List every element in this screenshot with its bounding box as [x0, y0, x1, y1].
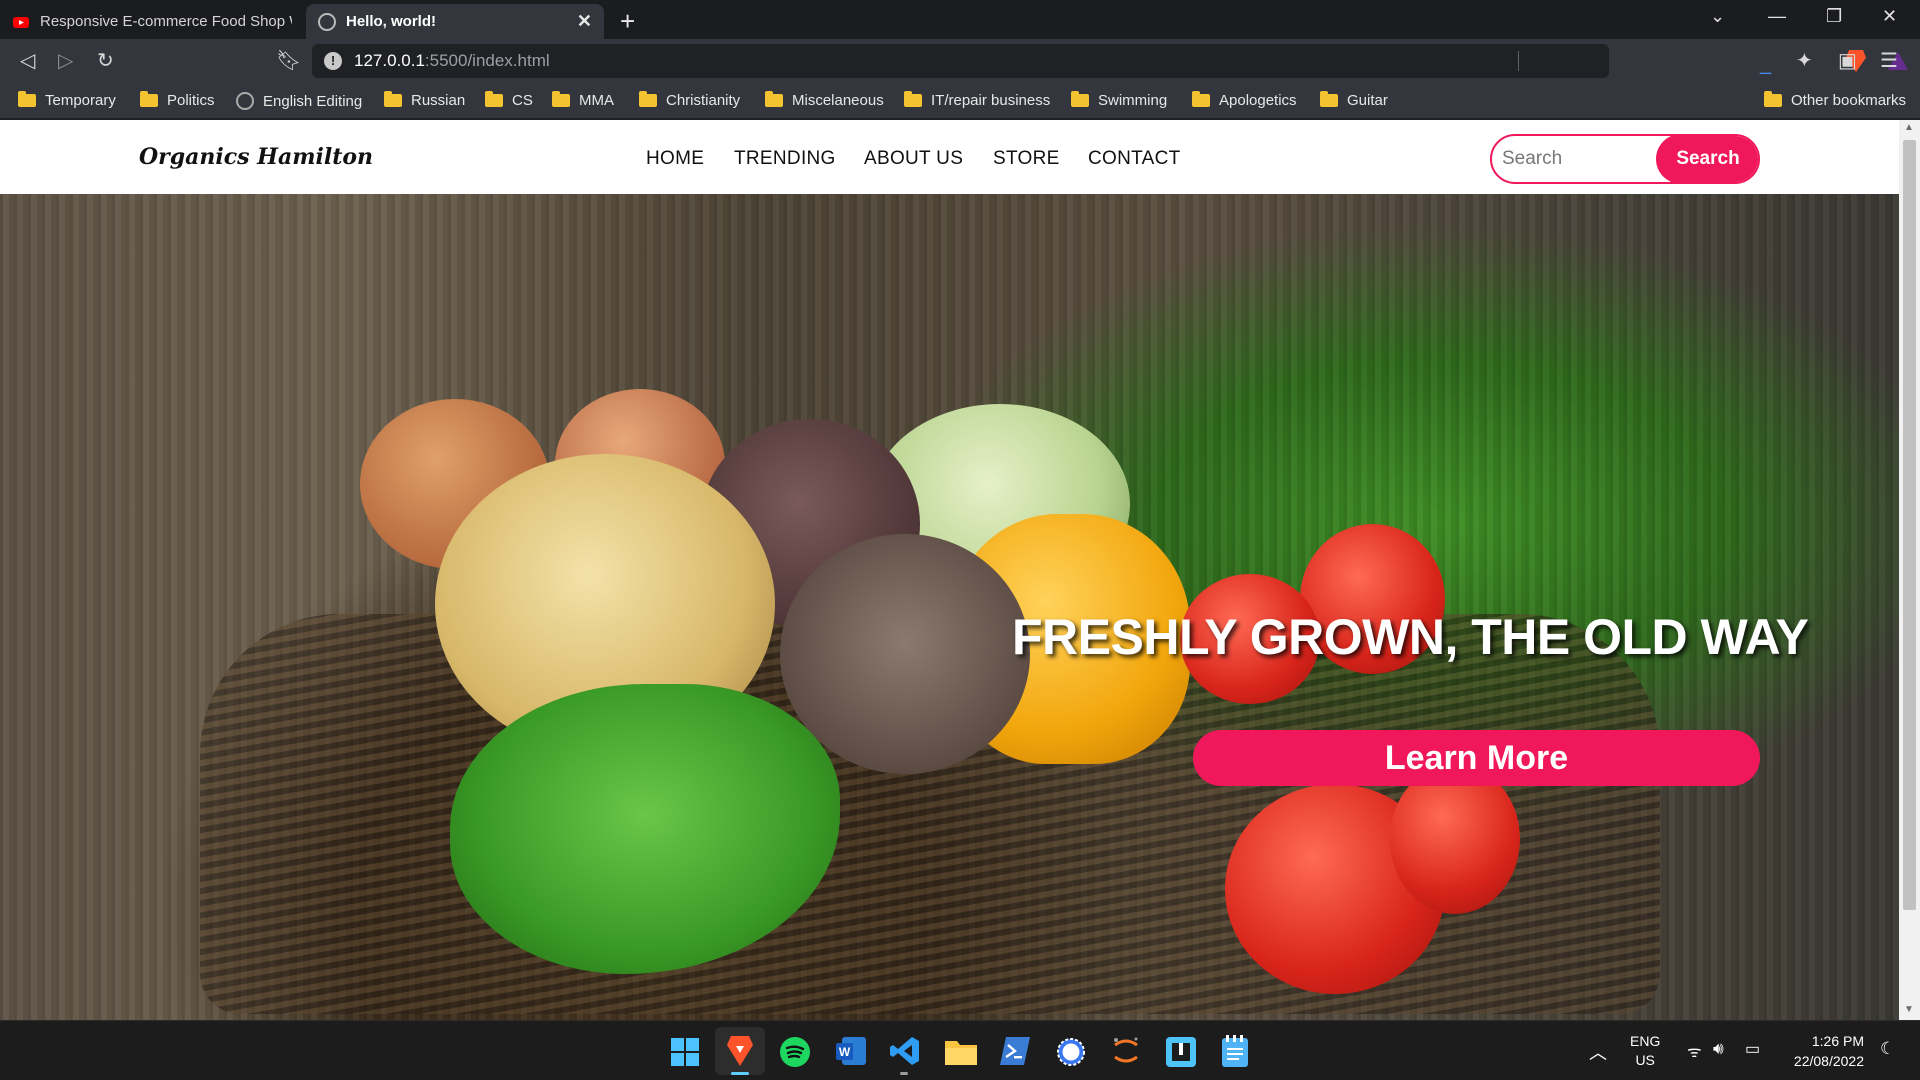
- tab-title: Responsive E-commerce Food Shop W: [40, 13, 292, 30]
- browser-toolbar: ◁ ▷ ↻ 🔖︎ ! 127.0.0.1:5500/index.html _ ✦…: [0, 39, 1920, 83]
- jupyter-icon[interactable]: [1112, 1036, 1140, 1066]
- nav-trending[interactable]: TRENDING: [734, 148, 836, 170]
- other-bookmarks[interactable]: Other bookmarks: [1764, 91, 1906, 109]
- hero-image: [1390, 764, 1520, 914]
- nav-contact[interactable]: CONTACT: [1088, 148, 1181, 170]
- forward-icon[interactable]: ▷: [58, 48, 73, 73]
- folder-icon: [1192, 91, 1210, 107]
- spotify-icon[interactable]: [780, 1037, 810, 1067]
- folder-icon: [1320, 91, 1338, 107]
- vscode-icon[interactable]: [890, 1036, 920, 1066]
- browser-tab-bar: Responsive E-commerce Food Shop W Hello,…: [0, 0, 1920, 39]
- word-icon[interactable]: W: [836, 1037, 866, 1065]
- signal-icon[interactable]: [1056, 1037, 1086, 1067]
- plus-icon[interactable]: +: [620, 6, 635, 37]
- volume-icon[interactable]: 🔊︎: [1713, 1039, 1724, 1059]
- hero-image: [450, 684, 840, 974]
- scroll-down-icon[interactable]: ▼: [1904, 1004, 1914, 1015]
- url-text[interactable]: 127.0.0.1:5500/index.html: [354, 51, 550, 71]
- bookmark-item[interactable]: Russian: [384, 91, 465, 109]
- notification-icon[interactable]: ☾: [1880, 1039, 1895, 1059]
- nav-about-us[interactable]: ABOUT US: [864, 148, 963, 170]
- folder-icon: [384, 91, 402, 107]
- page-scrollbar[interactable]: ▲ ▼: [1899, 120, 1920, 1020]
- hero-title: FRESHLY GROWN, THE OLD WAY: [1012, 609, 1809, 665]
- hero-image: [780, 534, 1030, 774]
- bookmark-item[interactable]: CS: [485, 91, 533, 109]
- windows-taskbar: W ︿ ENG US ᯤ 🔊︎ ▭ 1:26 PM 22/08/2022 ☾: [0, 1020, 1920, 1080]
- search-input[interactable]: [1492, 136, 1662, 182]
- active-indicator: [731, 1072, 749, 1075]
- scrollbar-thumb[interactable]: [1903, 140, 1916, 910]
- address-bar[interactable]: ! 127.0.0.1:5500/index.html: [312, 44, 1908, 78]
- extension-bar-icon[interactable]: _: [1760, 53, 1771, 76]
- bookmark-item[interactable]: Temporary: [18, 91, 116, 109]
- folder-icon: [765, 91, 783, 107]
- hero-banner: FRESHLY GROWN, THE OLD WAY Learn More: [0, 194, 1899, 1020]
- bookmark-item[interactable]: Christianity: [639, 91, 740, 109]
- folder-icon: [140, 91, 158, 107]
- folder-icon: [18, 91, 36, 107]
- globe-icon: [318, 12, 336, 31]
- tab-active[interactable]: Hello, world! ✕: [306, 4, 604, 39]
- learn-more-button[interactable]: Learn More: [1193, 730, 1760, 786]
- site-logo[interactable]: Organics Hamilton: [139, 144, 373, 170]
- globe-icon: [236, 92, 254, 110]
- menu-icon[interactable]: ☰: [1880, 48, 1898, 73]
- bookmark-item[interactable]: Politics: [140, 91, 215, 109]
- scroll-up-icon[interactable]: ▲: [1904, 122, 1914, 133]
- puzzle-icon[interactable]: ✦: [1796, 48, 1813, 73]
- bookmarks-bar: Temporary Politics English Editing Russi…: [0, 83, 1920, 119]
- nav-home[interactable]: HOME: [646, 148, 704, 170]
- divider: [1518, 51, 1519, 71]
- restore-icon[interactable]: ❐: [1826, 6, 1842, 27]
- battery-icon[interactable]: ▭: [1745, 1039, 1760, 1059]
- app-icon[interactable]: [1166, 1037, 1196, 1067]
- youtube-icon: [13, 16, 29, 28]
- bookmark-item[interactable]: Miscelaneous: [765, 91, 884, 109]
- wallet-icon[interactable]: ▣: [1838, 48, 1857, 73]
- chevron-up-icon[interactable]: ︿: [1589, 1039, 1607, 1065]
- bookmark-item[interactable]: Apologetics: [1192, 91, 1297, 109]
- nav-store[interactable]: STORE: [993, 148, 1060, 170]
- svg-text:W: W: [839, 1045, 851, 1059]
- folder-icon: [904, 91, 922, 107]
- minimize-icon[interactable]: —: [1768, 6, 1786, 27]
- search-form: Search: [1490, 134, 1760, 184]
- wifi-icon[interactable]: ᯤ: [1687, 1040, 1702, 1062]
- bookmark-item[interactable]: Guitar: [1320, 91, 1388, 109]
- language-indicator[interactable]: ENG US: [1630, 1032, 1660, 1070]
- search-button[interactable]: Search: [1656, 136, 1758, 182]
- bookmark-item[interactable]: Swimming: [1071, 91, 1167, 109]
- folder-icon: [485, 91, 503, 107]
- notepad-icon[interactable]: [1222, 1035, 1248, 1067]
- powershell-icon[interactable]: [1000, 1037, 1030, 1065]
- reload-icon[interactable]: ↻: [97, 48, 114, 73]
- brave-icon: [727, 1036, 753, 1066]
- tab-youtube[interactable]: Responsive E-commerce Food Shop W: [0, 4, 304, 39]
- bookmark-item[interactable]: MMA: [552, 91, 614, 109]
- back-icon[interactable]: ◁: [20, 48, 35, 73]
- folder-icon: [1764, 91, 1782, 107]
- site-info-icon[interactable]: !: [324, 52, 342, 70]
- folder-icon: [639, 91, 657, 107]
- bookmark-icon[interactable]: 🔖︎: [276, 48, 301, 73]
- file-explorer-icon[interactable]: [945, 1037, 977, 1065]
- bookmark-item[interactable]: English Editing: [236, 92, 362, 110]
- site-navbar: Organics Hamilton HOME TRENDING ABOUT US…: [0, 120, 1899, 194]
- chevron-down-icon[interactable]: ⌄: [1710, 6, 1725, 27]
- close-window-icon[interactable]: ✕: [1882, 6, 1897, 27]
- bookmark-item[interactable]: IT/repair business: [904, 91, 1050, 109]
- page-viewport: Organics Hamilton HOME TRENDING ABOUT US…: [0, 120, 1920, 1020]
- windows-start-icon[interactable]: [671, 1038, 699, 1066]
- tab-title: Hello, world!: [346, 13, 436, 30]
- folder-icon: [552, 91, 570, 107]
- clock[interactable]: 1:26 PM 22/08/2022: [1778, 1031, 1864, 1071]
- close-tab-icon[interactable]: ✕: [577, 11, 592, 32]
- running-indicator: [900, 1072, 908, 1075]
- folder-icon: [1071, 91, 1089, 107]
